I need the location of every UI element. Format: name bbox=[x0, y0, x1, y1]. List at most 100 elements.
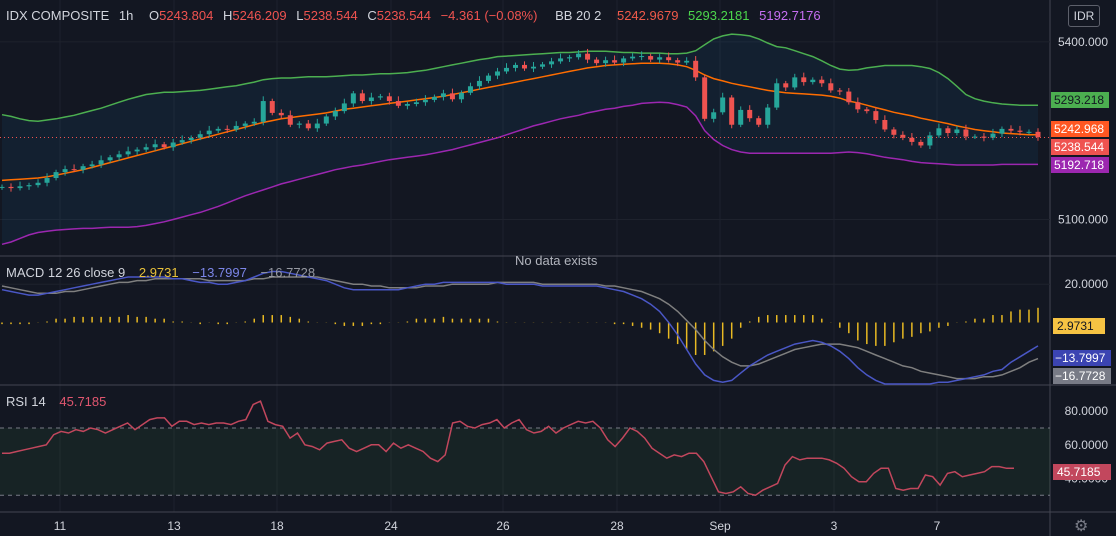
candle-body bbox=[1008, 128, 1014, 131]
candle-body bbox=[612, 60, 618, 63]
candle-body bbox=[918, 141, 924, 146]
candle-body bbox=[558, 58, 564, 62]
candle-body bbox=[242, 123, 248, 126]
candle-body bbox=[413, 102, 419, 105]
candle-body bbox=[116, 154, 122, 158]
candle-body bbox=[17, 186, 23, 189]
time-label-Sep: Sep bbox=[709, 519, 731, 533]
candle-body bbox=[161, 144, 167, 148]
candle-body bbox=[522, 64, 528, 69]
currency-badge[interactable]: IDR bbox=[1068, 5, 1100, 27]
candle-body bbox=[702, 77, 708, 119]
candle-body bbox=[170, 142, 176, 148]
candle-body bbox=[720, 97, 726, 113]
candle-body bbox=[909, 137, 915, 142]
interval-label[interactable]: 1h bbox=[119, 8, 133, 23]
close-label: C bbox=[367, 8, 377, 23]
candle-body bbox=[107, 157, 113, 161]
candle-body bbox=[0, 186, 5, 188]
symbol-name[interactable]: IDX COMPOSITE bbox=[6, 8, 109, 23]
candle-body bbox=[1017, 130, 1023, 132]
candle-body bbox=[143, 147, 149, 150]
candle-body bbox=[981, 136, 987, 138]
time-label-11: 11 bbox=[54, 519, 67, 533]
rsi-label[interactable]: RSI 14 bbox=[6, 394, 46, 409]
time-label-26: 26 bbox=[496, 519, 510, 533]
candle-body bbox=[296, 123, 302, 125]
candle-body bbox=[585, 53, 591, 60]
candle-body bbox=[503, 67, 509, 72]
candle-body bbox=[873, 111, 879, 120]
candle-body bbox=[305, 123, 311, 129]
open-label: O bbox=[149, 8, 160, 23]
rsi-value: 45.7185 bbox=[59, 394, 107, 409]
candle-body bbox=[323, 116, 329, 124]
time-label-18: 18 bbox=[270, 519, 284, 533]
macd-tick-20: 20.0000 bbox=[1065, 277, 1109, 291]
candle-body bbox=[98, 160, 104, 165]
candle-body bbox=[260, 101, 266, 122]
change-value: −4.361 (−0.08%) bbox=[440, 8, 538, 23]
candle-body bbox=[630, 56, 636, 59]
candle-body bbox=[819, 79, 825, 84]
candle-body bbox=[747, 109, 753, 119]
candle-body bbox=[512, 64, 518, 68]
candle-body bbox=[404, 104, 410, 106]
candle-body bbox=[963, 129, 969, 137]
candle-body bbox=[62, 169, 68, 173]
candle-body bbox=[431, 96, 437, 100]
bb-label[interactable]: BB 20 2 bbox=[555, 8, 601, 23]
candle-body bbox=[350, 93, 356, 104]
candle-body bbox=[756, 118, 762, 125]
open-value: 5243.804 bbox=[159, 8, 214, 23]
candle-body bbox=[927, 135, 933, 146]
tag-bb-lower: 5192.718 bbox=[1054, 158, 1104, 172]
candle-body bbox=[891, 129, 897, 135]
macd-line-value: −13.7997 bbox=[192, 265, 247, 280]
candle-body bbox=[657, 57, 663, 60]
low-value: 5238.544 bbox=[303, 8, 358, 23]
high-value: 5246.209 bbox=[232, 8, 287, 23]
candle-body bbox=[206, 130, 212, 135]
candle-body bbox=[251, 121, 257, 124]
candle-body bbox=[675, 60, 681, 63]
price-tick-5100: 5100.000 bbox=[1058, 212, 1108, 226]
rsi-legend: RSI 14 45.7185 bbox=[6, 394, 112, 409]
tag-last-close: 5238.544 bbox=[1054, 140, 1104, 154]
candle-body bbox=[287, 115, 293, 125]
candle-body bbox=[71, 169, 77, 171]
time-label-24: 24 bbox=[384, 519, 398, 533]
settings-gear-icon[interactable]: ⚙ bbox=[1074, 516, 1088, 536]
candle-body bbox=[494, 71, 500, 76]
candle-body bbox=[1035, 131, 1041, 138]
candle-body bbox=[882, 120, 888, 130]
candle-body bbox=[278, 112, 284, 116]
macd-label[interactable]: MACD 12 26 close 9 bbox=[6, 265, 125, 280]
candle-body bbox=[152, 144, 158, 148]
candle-body bbox=[89, 164, 95, 167]
candle-body bbox=[999, 128, 1005, 134]
candle-body bbox=[828, 83, 834, 91]
candle-body bbox=[864, 109, 870, 112]
candle-body bbox=[549, 61, 555, 65]
candle-body bbox=[639, 56, 645, 58]
candle-body bbox=[215, 128, 221, 131]
candle-body bbox=[855, 102, 861, 110]
candle-body bbox=[476, 80, 482, 87]
candle-body bbox=[594, 59, 600, 64]
price-tick-5400: 5400.000 bbox=[1058, 35, 1108, 49]
trading-chart-widget: 5400.000 5100.000 5293.218 5242.968 5238.544… bbox=[0, 0, 1116, 536]
candle-body bbox=[53, 172, 59, 179]
candle-body bbox=[188, 137, 194, 141]
candle-body bbox=[440, 93, 446, 97]
tag-rsi: 45.7185 bbox=[1057, 465, 1101, 479]
rsi-band-fill bbox=[0, 428, 1050, 496]
candle-body bbox=[810, 79, 816, 83]
no-data-message: No data exists bbox=[515, 253, 598, 268]
candle-body bbox=[603, 60, 609, 64]
candle-body bbox=[1026, 131, 1032, 133]
high-label: H bbox=[223, 8, 233, 23]
time-label-28: 28 bbox=[610, 519, 624, 533]
main-legend: IDX COMPOSITE 1h O5243.804 H5246.209 L52… bbox=[6, 8, 827, 23]
candle-body bbox=[332, 111, 338, 117]
